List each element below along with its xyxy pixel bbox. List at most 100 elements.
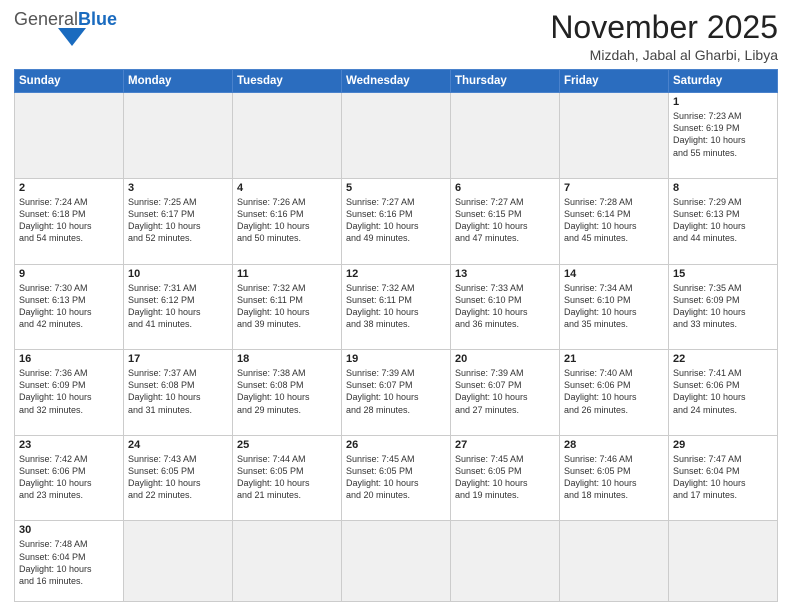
calendar-week-row: 2 Sunrise: 7:24 AM Sunset: 6:18 PM Daylig…	[15, 178, 778, 264]
cell-sun-info: Sunrise: 7:31 AM Sunset: 6:12 PM Dayligh…	[128, 282, 228, 331]
calendar-cell	[342, 521, 451, 602]
calendar-cell: 6 Sunrise: 7:27 AM Sunset: 6:15 PM Daylig…	[451, 178, 560, 264]
calendar-week-row: 16Sunrise: 7:36 AM Sunset: 6:09 PM Dayli…	[15, 350, 778, 436]
calendar-cell	[15, 93, 124, 179]
calendar-cell: 30Sunrise: 7:48 AM Sunset: 6:04 PM Dayli…	[15, 521, 124, 602]
cell-sun-info: Sunrise: 7:39 AM Sunset: 6:07 PM Dayligh…	[455, 367, 555, 416]
cell-date-number: 19	[346, 353, 446, 365]
cell-sun-info: Sunrise: 7:27 AM Sunset: 6:16 PM Dayligh…	[346, 196, 446, 245]
cell-sun-info: Sunrise: 7:34 AM Sunset: 6:10 PM Dayligh…	[564, 282, 664, 331]
cell-sun-info: Sunrise: 7:45 AM Sunset: 6:05 PM Dayligh…	[346, 453, 446, 502]
cell-sun-info: Sunrise: 7:37 AM Sunset: 6:08 PM Dayligh…	[128, 367, 228, 416]
cell-date-number: 29	[673, 439, 773, 451]
cell-date-number: 4	[237, 182, 337, 194]
calendar-cell	[233, 93, 342, 179]
calendar-table: SundayMondayTuesdayWednesdayThursdayFrid…	[14, 69, 778, 602]
cell-date-number: 9	[19, 268, 119, 280]
cell-sun-info: Sunrise: 7:27 AM Sunset: 6:15 PM Dayligh…	[455, 196, 555, 245]
calendar-cell: 26Sunrise: 7:45 AM Sunset: 6:05 PM Dayli…	[342, 435, 451, 521]
cell-sun-info: Sunrise: 7:46 AM Sunset: 6:05 PM Dayligh…	[564, 453, 664, 502]
cell-sun-info: Sunrise: 7:43 AM Sunset: 6:05 PM Dayligh…	[128, 453, 228, 502]
calendar-cell: 25 Sunrise: 7:44 AM Sunset: 6:05 PM Dayli…	[233, 435, 342, 521]
calendar-cell: 19 Sunrise: 7:39 AM Sunset: 6:07 PM Dayli…	[342, 350, 451, 436]
logo-blue: Blue	[78, 9, 117, 29]
calendar-cell	[124, 93, 233, 179]
calendar-cell	[451, 93, 560, 179]
cell-date-number: 1	[673, 96, 773, 108]
cell-sun-info: Sunrise: 7:35 AM Sunset: 6:09 PM Dayligh…	[673, 282, 773, 331]
calendar-cell: 22 Sunrise: 7:41 AM Sunset: 6:06 PM Dayli…	[669, 350, 778, 436]
cell-date-number: 3	[128, 182, 228, 194]
cell-sun-info: Sunrise: 7:33 AM Sunset: 6:10 PM Dayligh…	[455, 282, 555, 331]
cell-sun-info: Sunrise: 7:36 AM Sunset: 6:09 PM Dayligh…	[19, 367, 119, 416]
cell-date-number: 20	[455, 353, 555, 365]
calendar-cell: 1 Sunrise: 7:23 AM Sunset: 6:19 PM Daylig…	[669, 93, 778, 179]
column-header-tuesday: Tuesday	[233, 70, 342, 93]
cell-sun-info: Sunrise: 7:24 AM Sunset: 6:18 PM Dayligh…	[19, 196, 119, 245]
column-header-monday: Monday	[124, 70, 233, 93]
cell-date-number: 11	[237, 268, 337, 280]
cell-sun-info: Sunrise: 7:39 AM Sunset: 6:07 PM Dayligh…	[346, 367, 446, 416]
cell-date-number: 6	[455, 182, 555, 194]
calendar-cell: 13 Sunrise: 7:33 AM Sunset: 6:10 PM Dayli…	[451, 264, 560, 350]
cell-date-number: 25	[237, 439, 337, 451]
calendar-cell: 24Sunrise: 7:43 AM Sunset: 6:05 PM Dayli…	[124, 435, 233, 521]
calendar-cell	[342, 93, 451, 179]
cell-date-number: 22	[673, 353, 773, 365]
cell-sun-info: Sunrise: 7:23 AM Sunset: 6:19 PM Dayligh…	[673, 110, 773, 159]
logo-triangle-icon	[58, 28, 86, 46]
calendar-cell: 9Sunrise: 7:30 AM Sunset: 6:13 PM Daylig…	[15, 264, 124, 350]
cell-sun-info: Sunrise: 7:44 AM Sunset: 6:05 PM Dayligh…	[237, 453, 337, 502]
cell-date-number: 8	[673, 182, 773, 194]
calendar-cell: 27Sunrise: 7:45 AM Sunset: 6:05 PM Dayli…	[451, 435, 560, 521]
cell-sun-info: Sunrise: 7:26 AM Sunset: 6:16 PM Dayligh…	[237, 196, 337, 245]
cell-date-number: 12	[346, 268, 446, 280]
title-block: November 2025 Mizdah, Jabal al Gharbi, L…	[550, 10, 778, 63]
calendar-cell: 5Sunrise: 7:27 AM Sunset: 6:16 PM Daylig…	[342, 178, 451, 264]
cell-date-number: 21	[564, 353, 664, 365]
calendar-cell	[669, 521, 778, 602]
calendar-header-row: SundayMondayTuesdayWednesdayThursdayFrid…	[15, 70, 778, 93]
calendar-cell: 23 Sunrise: 7:42 AM Sunset: 6:06 PM Dayli…	[15, 435, 124, 521]
calendar-cell	[233, 521, 342, 602]
column-header-wednesday: Wednesday	[342, 70, 451, 93]
cell-date-number: 27	[455, 439, 555, 451]
calendar-cell	[560, 93, 669, 179]
cell-date-number: 2	[19, 182, 119, 194]
calendar-cell: 29Sunrise: 7:47 AM Sunset: 6:04 PM Dayli…	[669, 435, 778, 521]
logo: GeneralBlue	[14, 10, 117, 46]
logo-general: General	[14, 9, 78, 29]
calendar-cell: 15 Sunrise: 7:35 AM Sunset: 6:09 PM Dayli…	[669, 264, 778, 350]
column-header-sunday: Sunday	[15, 70, 124, 93]
cell-sun-info: Sunrise: 7:41 AM Sunset: 6:06 PM Dayligh…	[673, 367, 773, 416]
calendar-cell: 14 Sunrise: 7:34 AM Sunset: 6:10 PM Dayli…	[560, 264, 669, 350]
calendar-cell: 10 Sunrise: 7:31 AM Sunset: 6:12 PM Dayli…	[124, 264, 233, 350]
cell-date-number: 15	[673, 268, 773, 280]
calendar-cell: 3 Sunrise: 7:25 AM Sunset: 6:17 PM Daylig…	[124, 178, 233, 264]
calendar-cell: 2 Sunrise: 7:24 AM Sunset: 6:18 PM Daylig…	[15, 178, 124, 264]
cell-sun-info: Sunrise: 7:48 AM Sunset: 6:04 PM Dayligh…	[19, 538, 119, 587]
calendar-cell	[124, 521, 233, 602]
cell-sun-info: Sunrise: 7:32 AM Sunset: 6:11 PM Dayligh…	[237, 282, 337, 331]
calendar-week-row: 9Sunrise: 7:30 AM Sunset: 6:13 PM Daylig…	[15, 264, 778, 350]
location-title: Mizdah, Jabal al Gharbi, Libya	[550, 47, 778, 63]
cell-date-number: 23	[19, 439, 119, 451]
cell-sun-info: Sunrise: 7:42 AM Sunset: 6:06 PM Dayligh…	[19, 453, 119, 502]
calendar-week-row: 30Sunrise: 7:48 AM Sunset: 6:04 PM Dayli…	[15, 521, 778, 602]
calendar-cell: 17Sunrise: 7:37 AM Sunset: 6:08 PM Dayli…	[124, 350, 233, 436]
cell-date-number: 18	[237, 353, 337, 365]
calendar-cell: 18Sunrise: 7:38 AM Sunset: 6:08 PM Dayli…	[233, 350, 342, 436]
cell-sun-info: Sunrise: 7:29 AM Sunset: 6:13 PM Dayligh…	[673, 196, 773, 245]
calendar-cell	[560, 521, 669, 602]
calendar-week-row: 23 Sunrise: 7:42 AM Sunset: 6:06 PM Dayli…	[15, 435, 778, 521]
cell-sun-info: Sunrise: 7:28 AM Sunset: 6:14 PM Dayligh…	[564, 196, 664, 245]
calendar-week-row: 1 Sunrise: 7:23 AM Sunset: 6:19 PM Daylig…	[15, 93, 778, 179]
cell-date-number: 10	[128, 268, 228, 280]
cell-date-number: 14	[564, 268, 664, 280]
calendar-cell: 11 Sunrise: 7:32 AM Sunset: 6:11 PM Dayli…	[233, 264, 342, 350]
cell-date-number: 13	[455, 268, 555, 280]
cell-sun-info: Sunrise: 7:25 AM Sunset: 6:17 PM Dayligh…	[128, 196, 228, 245]
column-header-saturday: Saturday	[669, 70, 778, 93]
calendar-cell: 4 Sunrise: 7:26 AM Sunset: 6:16 PM Daylig…	[233, 178, 342, 264]
header: GeneralBlue November 2025 Mizdah, Jabal …	[14, 10, 778, 63]
